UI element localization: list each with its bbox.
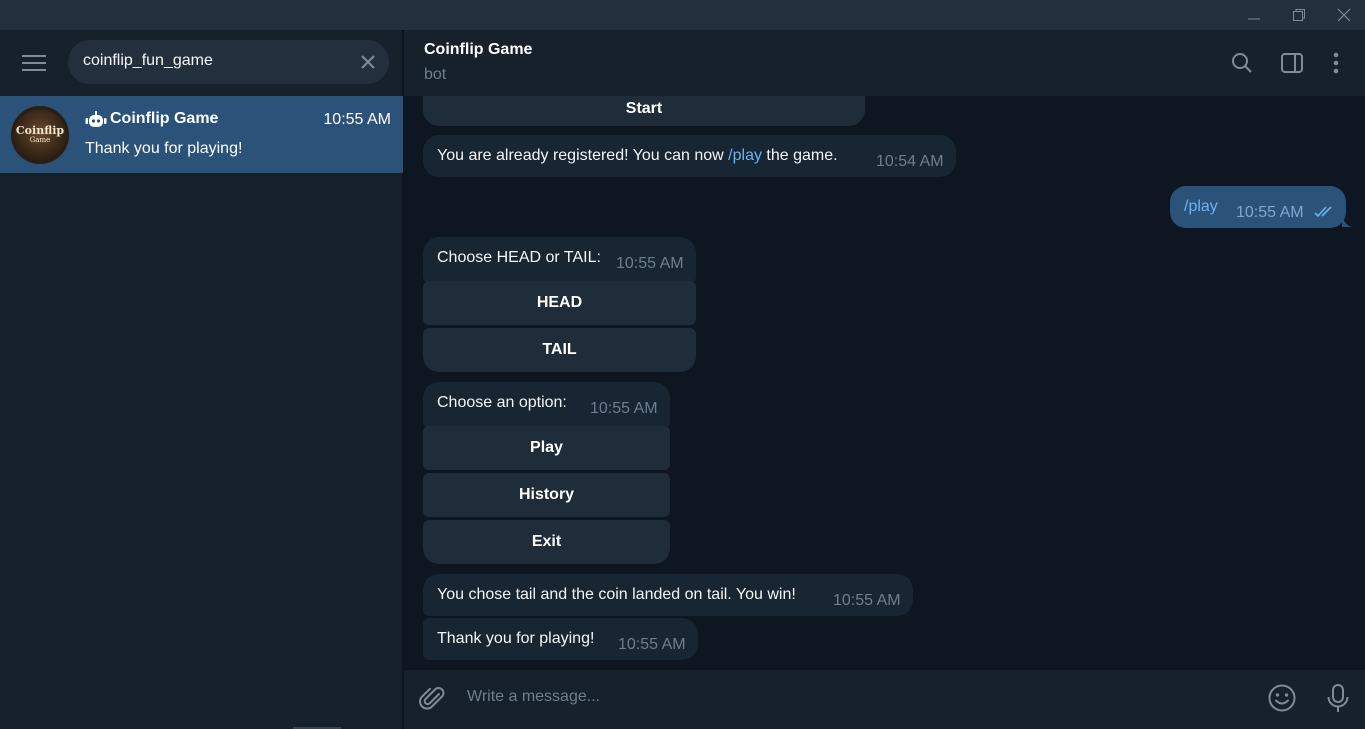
message-text: Thank you for playing! (437, 630, 595, 647)
keyboard-button-start[interactable]: Start (423, 96, 865, 126)
incoming-message: Choose HEAD or TAIL: 10:55 AM (423, 237, 696, 283)
message-text: You chose tail and the coin landed on ta… (437, 586, 796, 603)
keyboard-button-label: History (518, 486, 575, 503)
close-icon (1337, 8, 1350, 22)
keyboard-button-exit[interactable]: Exit (423, 520, 670, 564)
bot-icon (85, 111, 107, 127)
close-window-button[interactable] (1321, 0, 1365, 30)
keyboard-button-history[interactable]: History (423, 473, 670, 517)
microphone-icon (1327, 684, 1349, 712)
double-check-icon (1314, 206, 1332, 218)
incoming-message: Choose an option: 10:55 AM (423, 382, 670, 428)
command-link[interactable]: /play (728, 147, 762, 164)
minimize-icon (1247, 18, 1260, 20)
keyboard-button-head[interactable]: HEAD (423, 281, 696, 325)
hamburger-icon (22, 55, 46, 71)
message-time: 10:54 AM (876, 153, 944, 170)
emoji-button[interactable] (1266, 682, 1298, 714)
avatar-text-line2: Game (29, 136, 51, 144)
message-time: 10:55 AM (1236, 204, 1304, 221)
minimize-button[interactable] (1231, 0, 1276, 30)
keyboard-button-label: TAIL (542, 341, 577, 358)
restore-button[interactable] (1276, 0, 1321, 30)
message-time: 10:55 AM (618, 636, 686, 653)
chat-subtitle: bot (424, 66, 447, 83)
main-menu-button[interactable] (10, 46, 58, 80)
message-text: Choose an option: (437, 394, 567, 411)
voice-record-button[interactable] (1322, 682, 1354, 714)
message-text: Choose HEAD or TAIL: (437, 249, 601, 266)
keyboard-button-play[interactable]: Play (423, 426, 670, 470)
paperclip-icon (419, 687, 445, 710)
avatar-text-line1: Coinflip (15, 124, 65, 137)
avatar: Coinflip Game (11, 106, 69, 164)
message-text-part: You are already registered! You can now (437, 147, 729, 164)
chat-preview: Thank you for playing! (85, 140, 243, 157)
sidebar-toggle-icon (1281, 53, 1303, 73)
more-vertical-icon (1333, 52, 1339, 74)
message-time: 10:55 AM (590, 400, 658, 417)
outgoing-message: /play 10:55 AM (1170, 186, 1346, 228)
search-input[interactable]: coinflip_fun_game (68, 40, 389, 84)
message-composer: Write a message... (404, 670, 1365, 729)
search-clear-button[interactable] (357, 51, 379, 73)
bubble-tail (1342, 214, 1353, 227)
chat-list-item[interactable]: Coinflip Game Coinflip Game 10:55 AM Tha… (0, 96, 403, 173)
chat-name: Coinflip Game (110, 110, 219, 127)
toggle-sidebar-button[interactable] (1278, 49, 1306, 77)
message-text[interactable]: /play (1184, 198, 1218, 216)
keyboard-button-label: Exit (531, 533, 562, 550)
keyboard-button-label: Start (625, 100, 663, 117)
chat-header: Coinflip Game bot (404, 30, 1365, 96)
message-text-part: the game. (761, 147, 838, 164)
keyboard-button-tail[interactable]: TAIL (423, 328, 696, 372)
incoming-message: You are already registered! You can now … (423, 135, 956, 177)
message-text: You are already registered! You can now … (437, 147, 838, 165)
close-icon (361, 55, 375, 69)
incoming-message: You chose tail and the coin landed on ta… (423, 574, 913, 616)
chat-list-panel: coinflip_fun_game Coinflip Game Coinflip… (0, 30, 403, 729)
smile-icon (1268, 684, 1296, 712)
message-list: Start You are already registered! You ca… (404, 96, 1365, 670)
chat-title[interactable]: Coinflip Game (424, 41, 532, 59)
message-time: 10:55 AM (616, 255, 684, 272)
keyboard-button-label: HEAD (536, 294, 583, 311)
message-time: 10:55 AM (833, 592, 901, 609)
incoming-message: Thank you for playing! 10:55 AM (423, 618, 698, 660)
search-button[interactable] (1228, 49, 1256, 77)
search-icon (1232, 53, 1252, 73)
title-bar (0, 0, 1365, 30)
more-options-button[interactable] (1322, 49, 1350, 77)
message-input[interactable]: Write a message... (467, 688, 600, 706)
search-input-value[interactable]: coinflip_fun_game (83, 52, 213, 70)
attach-button[interactable] (418, 684, 448, 714)
restore-icon (1292, 9, 1305, 21)
keyboard-button-label: Play (530, 439, 563, 456)
chat-time: 10:55 AM (323, 111, 391, 128)
